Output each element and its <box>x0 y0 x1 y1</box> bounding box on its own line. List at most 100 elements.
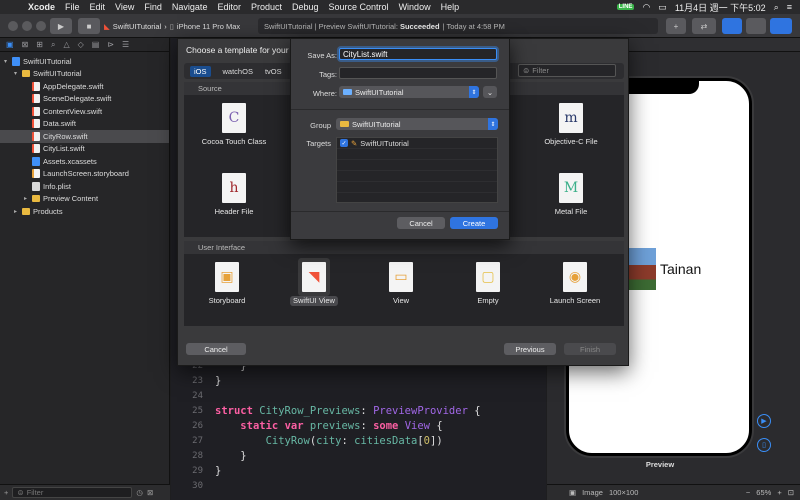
navigator-item[interactable]: AppDelegate.swift <box>0 80 169 93</box>
zoom-level[interactable]: 65% <box>756 488 771 497</box>
platform-tab-tvos[interactable]: tvOS <box>265 67 282 76</box>
menu-source-control[interactable]: Source Control <box>329 2 389 12</box>
report-icon[interactable]: ☰ <box>122 40 129 49</box>
warning-icon[interactable]: △ <box>63 40 69 49</box>
navigator-item[interactable]: Assets.xcassets <box>0 155 169 168</box>
template-tile[interactable]: ▭ View <box>361 262 441 306</box>
menu-find[interactable]: Find <box>144 2 162 12</box>
test-icon[interactable]: ◇ <box>78 40 84 49</box>
cancel-button[interactable]: Cancel <box>186 343 246 355</box>
template-tile[interactable]: ▢ Empty <box>448 262 528 306</box>
toggle-inspector-button[interactable] <box>770 18 792 34</box>
platform-tab-ios[interactable]: iOS <box>190 65 211 77</box>
navigator-item[interactable]: CityRow.swift <box>0 130 169 143</box>
disclosure-triangle-icon[interactable]: ▸ <box>24 195 32 202</box>
code-line[interactable]: 28 } <box>171 448 546 463</box>
debug-icon[interactable]: ▤ <box>92 40 100 49</box>
navigator-filter-input[interactable]: ⊜ Filter <box>12 487 133 498</box>
run-button[interactable]: ▶ <box>50 18 72 34</box>
navigator-item[interactable]: ▸ Preview Content <box>0 193 169 206</box>
template-tile[interactable]: h Header File <box>194 173 274 217</box>
search-icon[interactable]: ⌕ <box>51 40 55 50</box>
navigator-item[interactable]: ▾ SwiftUITutorial <box>0 55 169 68</box>
template-tile[interactable]: M Metal File <box>531 173 611 217</box>
scheme-selector[interactable]: ◣ SwiftUITutorial › ▯ iPhone 11 Pro Max <box>104 19 240 33</box>
scheme-name: SwiftUITutorial <box>112 21 162 31</box>
disclosure-triangle-icon[interactable]: ▾ <box>4 58 12 65</box>
disclosure-triangle-icon[interactable]: ▾ <box>14 70 22 77</box>
recent-files-icon[interactable]: ◷ <box>136 488 143 497</box>
source-control-icon[interactable]: ⊠ <box>22 40 29 49</box>
live-preview-button[interactable]: ▶ <box>757 414 771 428</box>
finish-button[interactable]: Finish <box>564 343 616 355</box>
navigator-item[interactable]: Data.swift <box>0 118 169 131</box>
template-filter-input[interactable]: ⊜ Filter <box>518 64 616 77</box>
menu-product[interactable]: Product <box>251 2 282 12</box>
menu-debug[interactable]: Debug <box>292 2 319 12</box>
line-status-icon[interactable]: LINE <box>616 4 635 10</box>
template-tile[interactable]: ◉ Launch Screen <box>535 262 615 306</box>
tags-input[interactable] <box>339 67 497 79</box>
platform-tab-watchos[interactable]: watchOS <box>223 67 253 76</box>
code-line[interactable]: 24 <box>171 388 546 403</box>
menu-help[interactable]: Help <box>441 2 460 12</box>
library-button[interactable]: + <box>666 18 686 34</box>
zoom-fit-icon[interactable]: ⊡ <box>788 488 794 497</box>
preview-on-device-button[interactable]: ▯ <box>757 438 771 452</box>
navigator-item[interactable]: Info.plist <box>0 180 169 193</box>
target-row[interactable]: ✓ ✎ SwiftUITutorial <box>337 138 497 149</box>
notification-center-icon[interactable]: ≡ <box>787 2 792 12</box>
previous-button[interactable]: Previous <box>504 343 556 355</box>
code-line[interactable]: 27 CityRow(city: citiesData[0]) <box>171 433 546 448</box>
toggle-navigator-button[interactable] <box>722 18 742 34</box>
navigator-item[interactable]: ▸ Products <box>0 205 169 218</box>
expand-button[interactable]: ⌄ <box>483 86 497 98</box>
stop-button[interactable]: ■ <box>78 18 100 34</box>
activity-text: SwiftUITutorial | Preview SwiftUITutoria… <box>264 21 398 31</box>
navigator-item[interactable]: LaunchScreen.storyboard <box>0 168 169 181</box>
navigator-item[interactable]: ▾ SwiftUITutorial <box>0 68 169 81</box>
zoom-window-button[interactable] <box>36 21 46 31</box>
code-review-button[interactable]: ⇄ <box>692 18 716 34</box>
navigator-item[interactable]: ContentView.swift <box>0 105 169 118</box>
scm-filter-icon[interactable]: ⊠ <box>147 488 153 497</box>
cancel-button[interactable]: Cancel <box>397 217 445 229</box>
clock[interactable]: 11月4日 週一 下午5:02 <box>675 1 766 14</box>
save-as-input[interactable]: CityList.swift <box>339 48 497 60</box>
template-tile[interactable]: m Objective-C File <box>531 103 611 147</box>
create-button[interactable]: Create <box>450 217 498 229</box>
menu-window[interactable]: Window <box>399 2 431 12</box>
template-tile[interactable]: C Cocoa Touch Class <box>194 103 274 147</box>
code-line[interactable]: 23} <box>171 373 546 388</box>
zoom-in-icon[interactable]: + <box>777 488 781 497</box>
menu-edit[interactable]: Edit <box>90 2 106 12</box>
where-popup[interactable]: SwiftUITutorial ⇕ <box>339 86 479 98</box>
zoom-out-icon[interactable]: − <box>746 488 750 497</box>
spotlight-icon[interactable]: ⌕ <box>774 2 779 13</box>
navigator-item[interactable]: SceneDelegate.swift <box>0 93 169 106</box>
battery-icon[interactable]: ▭ <box>658 2 667 13</box>
menu-editor[interactable]: Editor <box>217 2 241 12</box>
code-line[interactable]: 25 struct CityRow_Previews: PreviewProvid… <box>171 403 546 418</box>
template-tile[interactable]: ◥ SwiftUI View <box>274 262 354 306</box>
navigator-item[interactable]: CityList.swift <box>0 143 169 156</box>
close-window-button[interactable] <box>8 21 18 31</box>
template-tile[interactable]: ▣ Storyboard <box>187 262 267 306</box>
symbol-icon[interactable]: ⊞ <box>36 40 43 49</box>
toggle-debug-area-button[interactable] <box>746 18 766 34</box>
add-file-icon[interactable]: + <box>4 488 8 497</box>
code-line[interactable]: 26 static var previews: some View { <box>171 418 546 433</box>
menu-file[interactable]: File <box>65 2 80 12</box>
disclosure-triangle-icon[interactable]: ▸ <box>14 208 22 215</box>
minimize-window-button[interactable] <box>22 21 32 31</box>
menu-view[interactable]: View <box>115 2 134 12</box>
code-line[interactable]: 30 <box>171 478 546 493</box>
breakpoint-icon[interactable]: ⊳ <box>107 40 114 49</box>
checkbox-checked-icon[interactable]: ✓ <box>340 139 348 147</box>
code-line[interactable]: 29} <box>171 463 546 478</box>
folder-icon[interactable]: ▣ <box>6 40 14 49</box>
app-menu[interactable]: Xcode <box>28 2 55 12</box>
menu-navigate[interactable]: Navigate <box>172 2 208 12</box>
wifi-icon[interactable]: ◠ <box>642 2 650 13</box>
group-popup[interactable]: SwiftUITutorial ⇕ <box>336 118 498 130</box>
